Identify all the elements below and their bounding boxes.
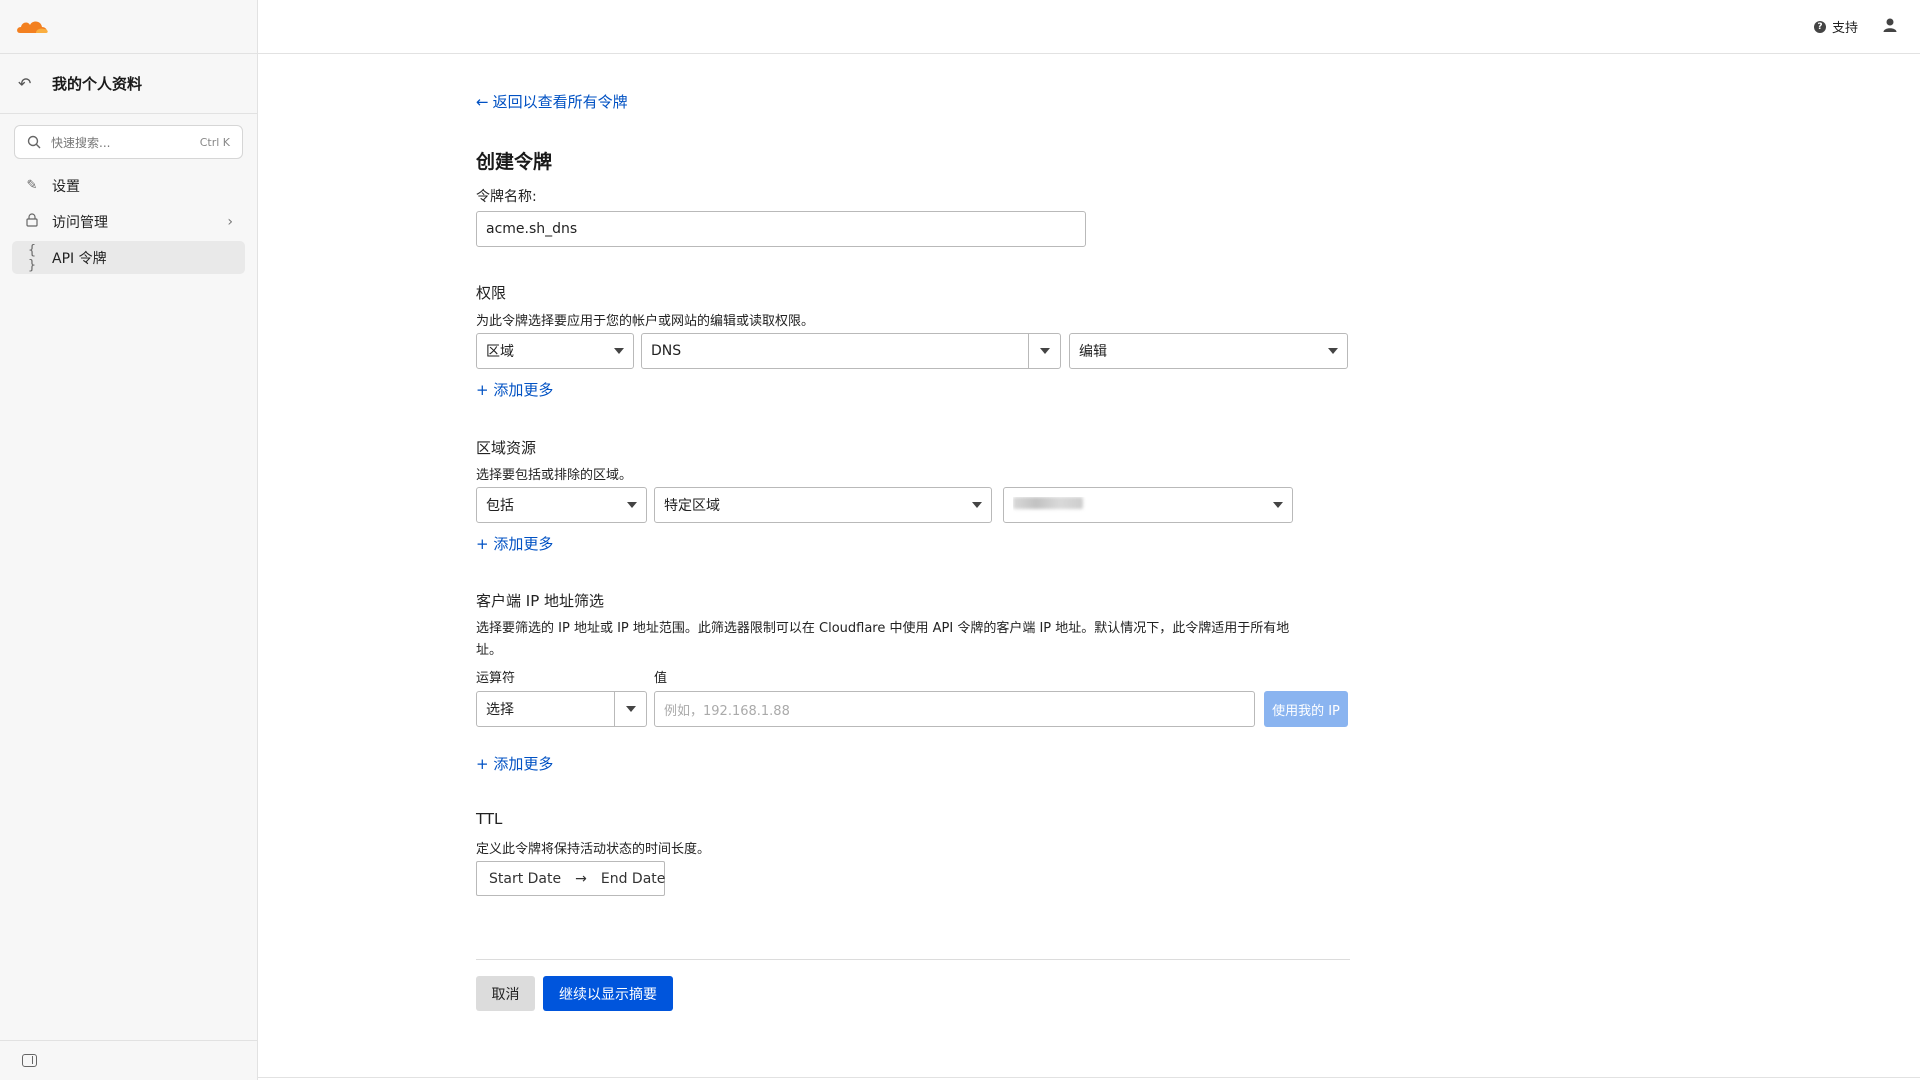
- collapse-sidebar-icon[interactable]: [22, 1054, 37, 1067]
- zone-type-value: 特定区域: [664, 498, 720, 514]
- chevron-down-icon: [1273, 502, 1283, 508]
- sidebar-item-access-management[interactable]: 访问管理 ›: [12, 205, 245, 238]
- permission-resource-value: DNS: [651, 343, 682, 359]
- permission-scope-select[interactable]: 区域: [476, 333, 634, 369]
- support-label: 支持: [1831, 21, 1858, 36]
- permission-resource-select[interactable]: DNS: [641, 333, 1061, 369]
- lock-icon: [24, 212, 40, 231]
- ip-value-placeholder: 例如，192.168.1.88: [664, 703, 790, 719]
- chevron-down-icon: [627, 502, 637, 508]
- end-date: End Date: [600, 870, 666, 887]
- zone-include-value: 包括: [486, 498, 514, 514]
- form-divider: [476, 959, 1350, 960]
- permissions-title: 权限: [476, 284, 507, 302]
- arrow-right-icon: →: [575, 870, 587, 887]
- add-permission-link[interactable]: + 添加更多: [476, 379, 553, 400]
- sidebar-item-api-tokens[interactable]: { } API 令牌: [12, 241, 245, 274]
- chevron-down-icon: [1039, 348, 1050, 354]
- back-arrow-icon[interactable]: ↶: [18, 74, 34, 93]
- permission-access-select[interactable]: 编辑: [1069, 333, 1348, 369]
- ttl-title: TTL: [476, 810, 503, 828]
- ttl-date-range-picker[interactable]: Start Date → End Date: [476, 861, 665, 896]
- zone-value-redacted: [1013, 497, 1273, 513]
- operator-label: 运算符: [476, 671, 516, 686]
- page-title: 创建令牌: [476, 151, 553, 173]
- braces-icon: { }: [27, 242, 37, 273]
- sidebar-item-label: 访问管理: [52, 214, 108, 231]
- operator-select[interactable]: 选择: [476, 691, 647, 727]
- permission-scope-value: 区域: [486, 344, 514, 360]
- back-to-tokens-link[interactable]: ← 返回以查看所有令牌: [476, 91, 628, 112]
- add-ip-filter-link[interactable]: + 添加更多: [476, 753, 553, 774]
- use-my-ip-button[interactable]: 使用我的 IP: [1264, 691, 1348, 727]
- ttl-description: 定义此令牌将保持活动状态的时间长度。: [476, 842, 711, 857]
- dropdown-toggle[interactable]: [614, 692, 646, 726]
- dropdown-toggle[interactable]: [1028, 334, 1060, 368]
- logo-area: [0, 0, 257, 54]
- back-link-label: 返回以查看所有令牌: [492, 93, 628, 111]
- search-icon: [27, 135, 41, 149]
- sidebar: ↶ 我的个人资料 快速搜索... Ctrl K ✎ 设置 访问管理 › { } …: [0, 0, 258, 1080]
- zone-resources-title: 区域资源: [476, 439, 537, 457]
- bottom-border: [258, 1077, 1920, 1078]
- token-name-field[interactable]: acme.sh_dns: [476, 211, 1086, 247]
- ip-value-input[interactable]: 例如，192.168.1.88: [654, 691, 1255, 727]
- chevron-right-icon: ›: [227, 213, 233, 230]
- chevron-down-icon: [972, 502, 982, 508]
- cloudflare-logo-icon[interactable]: [14, 17, 52, 37]
- support-menu[interactable]: ? 支持: [1813, 17, 1858, 36]
- token-name-value: acme.sh_dns: [486, 221, 578, 237]
- help-icon: ?: [1813, 20, 1826, 33]
- sidebar-footer: [0, 1040, 258, 1080]
- continue-to-summary-button[interactable]: 继续以显示摘要: [543, 976, 673, 1011]
- arrow-left-icon: ←: [476, 92, 489, 111]
- sidebar-item-settings[interactable]: ✎ 设置: [12, 169, 245, 202]
- cancel-button[interactable]: 取消: [476, 976, 535, 1011]
- edit-icon: ✎: [26, 178, 38, 193]
- user-icon[interactable]: [1882, 17, 1898, 33]
- sidebar-item-label: API 令牌: [52, 250, 107, 267]
- zone-select[interactable]: [1003, 487, 1293, 523]
- ip-filter-title: 客户端 IP 地址筛选: [476, 592, 605, 610]
- ip-filter-description: 选择要筛选的 IP 地址或 IP 地址范围。此筛选器限制可以在 Cloudfla…: [476, 621, 1290, 636]
- sidebar-nav: ✎ 设置 访问管理 › { } API 令牌: [0, 169, 257, 274]
- start-date: Start Date: [489, 870, 562, 887]
- zone-resources-description: 选择要包括或排除的区域。: [476, 468, 633, 483]
- zone-type-select[interactable]: 特定区域: [654, 487, 992, 523]
- profile-title: 我的个人资料: [52, 75, 143, 93]
- value-label: 值: [654, 671, 668, 686]
- quick-search-input[interactable]: 快速搜索... Ctrl K: [14, 125, 243, 159]
- sidebar-item-label: 设置: [52, 178, 80, 195]
- chevron-down-icon: [1328, 348, 1338, 354]
- permission-access-value: 编辑: [1079, 344, 1107, 360]
- top-bar: ? 支持: [258, 0, 1920, 54]
- add-zone-resource-link[interactable]: + 添加更多: [476, 533, 553, 554]
- search-placeholder: 快速搜索...: [51, 135, 111, 150]
- permissions-description: 为此令牌选择要应用于您的帐户或网站的编辑或读取权限。: [476, 314, 815, 329]
- search-shortcut: Ctrl K: [199, 135, 230, 149]
- chevron-down-icon: [625, 706, 636, 712]
- ip-filter-description-cont: 址。: [476, 643, 503, 658]
- zone-include-select[interactable]: 包括: [476, 487, 647, 523]
- chevron-down-icon: [614, 348, 624, 354]
- token-name-label: 令牌名称:: [476, 189, 537, 205]
- profile-header: ↶ 我的个人资料: [0, 54, 257, 114]
